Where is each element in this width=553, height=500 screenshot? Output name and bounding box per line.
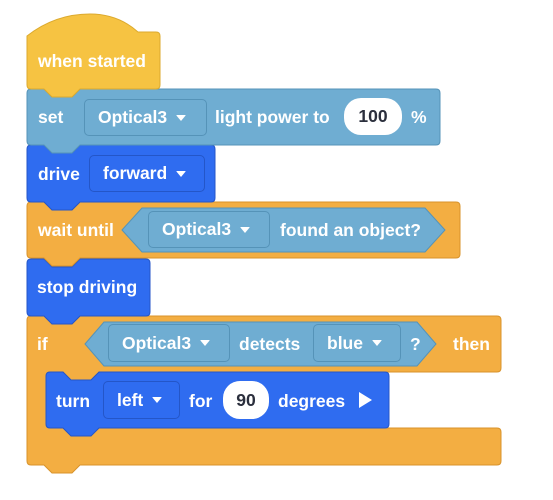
set-sensor-dropdown[interactable]: Optical3: [84, 99, 207, 136]
chevron-down-icon: [176, 114, 187, 121]
chevron-down-icon: [371, 340, 382, 346]
percent-label: %: [411, 107, 427, 127]
turn-label: turn: [56, 391, 91, 411]
then-label: then: [453, 334, 490, 354]
stop-driving-label: stop driving: [37, 277, 138, 297]
question-mark-label: ?: [410, 334, 421, 354]
set-label: set: [38, 107, 64, 127]
turn-direction-dropdown[interactable]: left: [103, 381, 180, 419]
detects-label: detects: [239, 334, 301, 354]
light-power-input[interactable]: 100: [344, 98, 402, 135]
light-power-label: light power to: [215, 107, 330, 127]
drive-direction-dropdown[interactable]: forward: [89, 155, 205, 192]
turn-degrees-input[interactable]: 90: [223, 381, 269, 419]
chevron-down-icon: [176, 170, 187, 177]
block-shapes: [26, 13, 502, 474]
for-label: for: [189, 391, 213, 411]
chevron-down-icon: [152, 397, 163, 403]
drive-label: drive: [38, 164, 80, 184]
if-color-dropdown[interactable]: blue: [313, 324, 401, 362]
if-sensor-value: Optical3: [122, 332, 192, 353]
set-sensor-value: Optical3: [98, 107, 168, 127]
wait-sensor-value: Optical3: [162, 219, 232, 239]
if-label: if: [37, 334, 48, 354]
turn-direction-value: left: [117, 389, 144, 410]
play-icon[interactable]: [359, 392, 372, 408]
degrees-label: degrees: [278, 391, 346, 411]
if-color-value: blue: [327, 332, 363, 353]
chevron-down-icon: [240, 226, 251, 233]
found-object-label: found an object?: [280, 220, 421, 240]
block-workspace: when started set Optical3 light power to…: [0, 0, 553, 500]
chevron-down-icon: [200, 340, 211, 346]
drive-direction-value: forward: [103, 163, 168, 183]
wait-sensor-dropdown[interactable]: Optical3: [148, 211, 270, 248]
wait-until-label: wait until: [38, 220, 114, 240]
if-sensor-dropdown[interactable]: Optical3: [108, 324, 230, 362]
when-started-label: when started: [38, 51, 146, 71]
